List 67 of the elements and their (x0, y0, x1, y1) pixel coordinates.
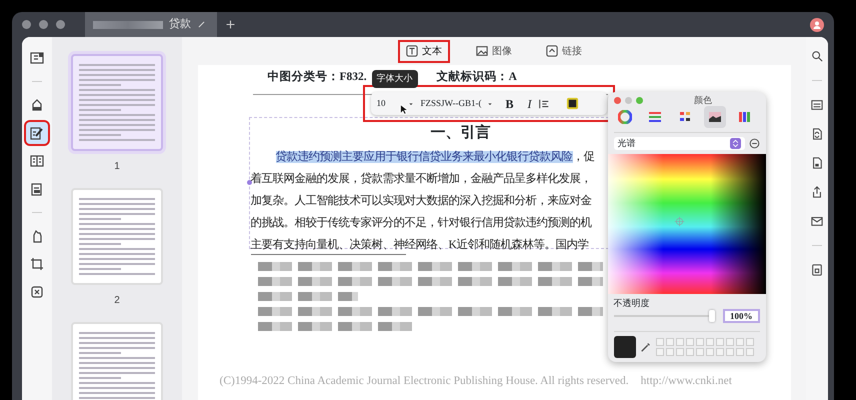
copyright-text: (C)1994-2022 China Academic Journal Electronic Publishing House. All rights reserved. (220, 374, 629, 389)
save-icon (811, 264, 823, 276)
edit-mode-tab[interactable]: 图像 (468, 40, 520, 62)
color-wheel-icon (618, 110, 632, 124)
share-icon (811, 186, 823, 198)
italic-button[interactable]: I (528, 94, 532, 112)
opacity-value-field[interactable]: 100% (723, 308, 760, 324)
remove-icon[interactable] (748, 138, 760, 149)
pages-icon (30, 154, 44, 168)
edit-mode-tab[interactable]: 链接 (538, 40, 590, 62)
website-url: http://www.cnki.net (640, 374, 732, 389)
opacity-label: 不透明度 (614, 298, 650, 309)
form-icon (30, 182, 44, 196)
highlighter-icon (30, 98, 44, 112)
classification-number: 中图分类号：F832. (268, 69, 367, 85)
palette-dropdown[interactable]: 光谱 (614, 136, 744, 150)
paragraph-line: 着互联网金融的发展，贷款需求量不断增加，金融产品呈多样化发展， (250, 171, 592, 187)
page-number: 1 (114, 160, 120, 174)
tooltip: 字体大小 (372, 70, 418, 88)
blurred-title-placeholder (93, 20, 163, 28)
ocr-icon (811, 99, 823, 111)
tool-button[interactable] (26, 122, 48, 144)
image-icon (476, 45, 488, 57)
avatar-icon[interactable] (810, 18, 824, 32)
pencils-icon (738, 110, 752, 124)
text-color-icon[interactable] (566, 97, 579, 110)
link-icon (546, 45, 558, 57)
page-thumbnail[interactable] (71, 54, 163, 151)
color-mode-tab[interactable] (704, 106, 726, 128)
edit-document-icon (30, 126, 44, 140)
current-color-swatch[interactable] (614, 336, 636, 358)
panel-title: 颜色 (693, 95, 713, 106)
slider-thumb[interactable] (709, 310, 715, 322)
crop-icon (30, 257, 44, 271)
convert-document-icon (811, 128, 823, 140)
eyedropper-icon[interactable] (640, 341, 652, 354)
color-sliders-icon (648, 110, 662, 124)
font-size-dropdown[interactable]: 10 (376, 96, 414, 110)
add-tab-icon[interactable] (225, 19, 236, 30)
paragraph-line: 贷款违约预测主要应用于银行信贷业务来最小化银行贷款风险，促 (276, 149, 594, 165)
lock-document-icon (811, 157, 823, 169)
paragraph-line: 的挑战。相较于传统专家评分的不足，针对银行信用贷款违约预测的机 (250, 215, 592, 231)
sidebar-icon (30, 51, 44, 65)
paragraph-line: 加复杂。人工智能技术可以实现对大数据的深入挖掘和分析，来应对金 (250, 193, 592, 209)
window-tab[interactable]: 贷款 (85, 12, 217, 37)
pencil-icon[interactable] (197, 20, 206, 29)
document-code: 文献标识码：A (436, 69, 517, 85)
page-thumbnail[interactable] (71, 322, 163, 400)
scan-icon (30, 285, 44, 299)
dropdown-arrows-icon (730, 138, 740, 149)
tab-title: 贷款 (169, 17, 191, 32)
color-palette-icon (678, 110, 692, 124)
paragraph-line: 主要有支持向量机、决策树、神经网络、K近邻和随机森林等。国内学 (250, 237, 589, 253)
bold-button[interactable]: B (506, 94, 514, 112)
page-thumbnail[interactable] (71, 188, 163, 285)
section-heading: 一、引言 (430, 122, 490, 143)
crosshair-icon (674, 216, 684, 227)
edit-mode-tab[interactable]: 文本 (398, 40, 450, 62)
text-box-icon (406, 45, 418, 57)
color-spectrum[interactable] (608, 154, 766, 294)
selection-handle[interactable] (246, 180, 252, 185)
image-palette-icon (708, 110, 722, 124)
search-icon (811, 50, 823, 62)
mail-icon (811, 215, 823, 227)
page-number: 2 (114, 294, 120, 308)
align-left-icon[interactable] (538, 98, 550, 110)
font-family-dropdown[interactable]: FZSSJW--GB1-( (420, 96, 494, 110)
